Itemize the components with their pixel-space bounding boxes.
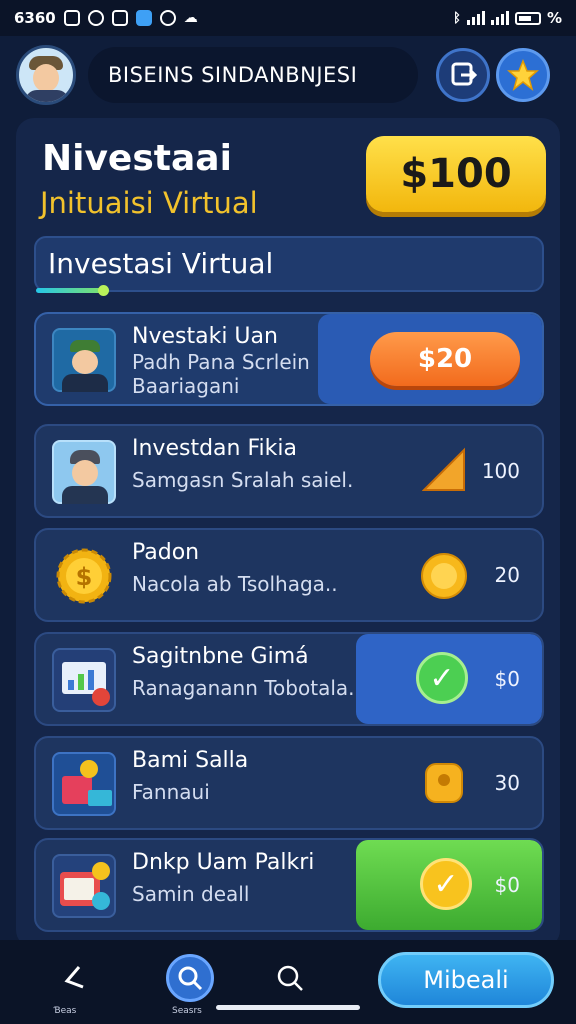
camera-icon: [159, 10, 176, 26]
item-subtitle: Samgasn Sralah saiel.: [132, 468, 354, 492]
item-title: Nvestaki Uan: [132, 324, 278, 349]
top-bar: BISEINS SINDANBNJESI: [16, 44, 560, 106]
item-value: 30: [494, 771, 520, 795]
back-label: Ɓeas: [54, 1006, 77, 1016]
balance-button[interactable]: $100: [366, 136, 546, 212]
item-subtitle: Ranaganann Tobotala.: [132, 676, 355, 700]
balance-value: $100: [400, 151, 512, 197]
status-left: 6360 ☁: [14, 9, 198, 27]
home-indicator[interactable]: [216, 1005, 360, 1010]
list-item[interactable]: $ Padon Nacola ab Tsolhaga.. 20: [34, 528, 544, 622]
item-subtitle: Fannaui: [132, 780, 210, 804]
hero-subtitle: Jnituaisi Virtual: [40, 186, 258, 220]
section-progress-dot: [98, 285, 109, 296]
back-icon: [64, 966, 84, 989]
soldier-avatar-icon: [52, 328, 116, 392]
app-title-pill: BISEINS SINDANBNJESI: [88, 47, 418, 103]
item-title: Sagitnbne Gimá: [132, 644, 309, 669]
star-icon: [507, 59, 539, 91]
battery-percent: %: [546, 9, 562, 27]
gift-box-icon: [52, 752, 116, 816]
face-shape: [33, 64, 59, 92]
explore-button[interactable]: [266, 954, 314, 1002]
coin-gear-icon: $: [56, 548, 112, 604]
back-button[interactable]: [50, 954, 98, 1002]
battery-icon: [514, 11, 541, 25]
location-icon: [425, 763, 463, 803]
check-icon: ✓: [420, 858, 472, 910]
trend-icon: [422, 447, 465, 491]
invoice-icon: [52, 854, 116, 918]
list-item[interactable]: Dnkp Uam Palkri Samin deall ✓ $0: [34, 838, 544, 932]
notification-icon: [63, 10, 80, 26]
buy-label: Mibeali: [423, 966, 509, 994]
magnifier-icon: [277, 965, 303, 991]
item-value: 100: [481, 459, 520, 483]
item-value: $0: [494, 667, 520, 691]
item-subtitle-2: Baariagani: [132, 374, 240, 398]
exit-button[interactable]: [436, 48, 490, 102]
buy-button[interactable]: Mibeali: [378, 952, 554, 1008]
cloud-icon: ☁: [183, 10, 198, 26]
status-bar: 6360 ☁ ᛒ %: [0, 0, 576, 36]
item-title: Dnkp Uam Palkri: [132, 850, 315, 875]
signal2-icon: [490, 11, 509, 25]
bottom-nav: Ɓeas Seasrs Mibeali: [0, 940, 576, 1024]
signal-icon: [466, 11, 485, 25]
chart-board-icon: [52, 648, 116, 712]
list-item[interactable]: Sagitnbne Gimá Ranaganann Tobotala. ✓ $0: [34, 632, 544, 726]
item-action-label: $20: [417, 344, 473, 374]
message-icon: [111, 10, 128, 26]
item-title: Bami Salla: [132, 748, 249, 773]
check-icon: ✓: [416, 652, 468, 704]
bluetooth-icon: ᛒ: [453, 10, 461, 26]
coin-icon: [421, 553, 467, 599]
vpn-icon: [87, 10, 104, 26]
list-item[interactable]: Investdan Fikia Samgasn Sralah saiel. 10…: [34, 424, 544, 518]
main-card: Nivestaai Jnituaisi Virtual $100 Investa…: [16, 118, 560, 948]
clock: 6360: [14, 9, 56, 27]
search-icon: [178, 966, 203, 991]
user-avatar[interactable]: [16, 45, 76, 105]
status-right: ᛒ %: [453, 9, 562, 27]
worker-avatar-icon: [52, 440, 116, 504]
section-title: Investasi Virtual: [48, 247, 274, 280]
body-shape: [25, 90, 69, 102]
item-value: 20: [494, 563, 520, 587]
hero-title: Nivestaai: [42, 138, 232, 179]
star-button[interactable]: [496, 48, 550, 102]
list-item[interactable]: Bami Salla Fannaui 30: [34, 736, 544, 830]
list-item[interactable]: Nvestaki Uan Padh Pana Scrlein Baariagan…: [34, 312, 544, 406]
item-value: $0: [494, 873, 520, 897]
search-label: Seasrs: [172, 1006, 202, 1016]
section-progress: [36, 288, 104, 293]
item-action-button[interactable]: $20: [370, 332, 520, 386]
item-subtitle: Samin deall: [132, 882, 250, 906]
app-icon: [135, 10, 152, 26]
item-title: Padon: [132, 540, 200, 565]
app-title: BISEINS SINDANBNJESI: [108, 63, 358, 87]
item-subtitle: Nacola ab Tsolhaga..: [132, 572, 338, 596]
item-subtitle: Padh Pana Scrlein: [132, 350, 310, 374]
item-title: Investdan Fikia: [132, 436, 297, 461]
svg-text:$: $: [76, 563, 93, 591]
search-tab-button[interactable]: [166, 954, 214, 1002]
exit-icon: [451, 62, 477, 86]
section-header: Investasi Virtual: [34, 236, 544, 296]
